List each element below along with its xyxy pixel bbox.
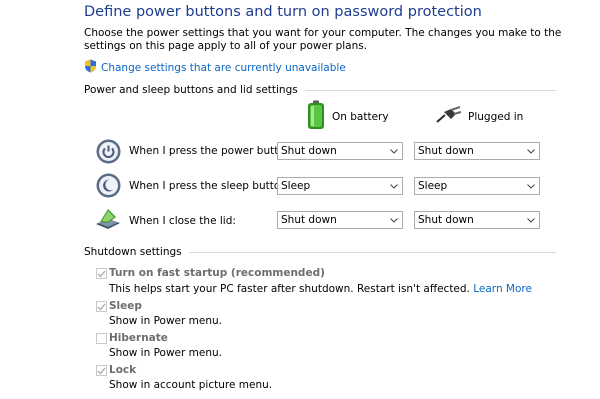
lock-option-description: Show in account picture menu. <box>109 379 273 391</box>
sleep-button-battery-select[interactable]: Sleep <box>277 177 403 195</box>
change-settings-link[interactable]: Change settings that are currently unava… <box>84 59 346 76</box>
page-title: Define power buttons and turn on passwor… <box>84 4 482 20</box>
battery-icon <box>306 100 326 133</box>
fast-startup-description: This helps start your PC faster after sh… <box>109 283 532 295</box>
power-button-icon <box>96 139 121 167</box>
power-section-header: Power and sleep buttons and lid settings <box>84 84 556 96</box>
select-value: Shut down <box>281 145 337 157</box>
shutdown-section-title: Shutdown settings <box>84 246 182 258</box>
select-value: Sleep <box>281 180 311 192</box>
select-value: Sleep <box>418 180 448 192</box>
lid-battery-select[interactable]: Shut down <box>277 211 403 229</box>
fast-startup-checkbox[interactable] <box>96 268 107 279</box>
lock-checkbox[interactable] <box>96 365 107 376</box>
lid-plugged-select[interactable]: Shut down <box>414 211 540 229</box>
lid-label: When I close the lid: <box>129 215 236 227</box>
laptop-lid-icon <box>94 207 122 234</box>
plugged-in-label: Plugged in <box>468 110 524 123</box>
plugged-in-column-header: Plugged in <box>436 106 523 127</box>
sleep-button-plugged-select[interactable]: Sleep <box>414 177 540 195</box>
chevron-down-icon <box>386 183 402 189</box>
hibernate-checkbox[interactable] <box>96 333 107 344</box>
power-button-battery-select[interactable]: Shut down <box>277 142 403 160</box>
select-value: Shut down <box>418 145 474 157</box>
chevron-down-icon <box>523 183 539 189</box>
chevron-down-icon <box>386 148 402 154</box>
on-battery-label: On battery <box>332 110 389 123</box>
chevron-down-icon <box>523 217 539 223</box>
shutdown-section-header: Shutdown settings <box>84 246 556 258</box>
section-divider <box>188 251 556 253</box>
plug-icon <box>436 106 462 127</box>
select-value: Shut down <box>418 214 474 226</box>
fast-startup-description-text: This helps start your PC faster after sh… <box>109 283 470 295</box>
hibernate-option-description: Show in Power menu. <box>109 347 222 359</box>
lock-option-label: Lock <box>109 364 137 376</box>
sleep-button-icon <box>96 173 121 201</box>
hibernate-option-label: Hibernate <box>109 332 168 344</box>
power-button-plugged-select[interactable]: Shut down <box>414 142 540 160</box>
power-button-label: When I press the power button: <box>129 145 295 157</box>
learn-more-link[interactable]: Learn More <box>473 283 532 295</box>
power-section-title: Power and sleep buttons and lid settings <box>84 84 298 96</box>
chevron-down-icon <box>523 148 539 154</box>
sleep-option-description: Show in Power menu. <box>109 315 222 327</box>
chevron-down-icon <box>386 217 402 223</box>
sleep-option-label: Sleep <box>109 300 142 312</box>
uac-shield-icon <box>84 59 97 76</box>
sleep-checkbox[interactable] <box>96 301 107 312</box>
fast-startup-label: Turn on fast startup (recommended) <box>109 267 325 279</box>
change-settings-label: Change settings that are currently unava… <box>101 61 346 74</box>
section-divider <box>304 89 556 91</box>
on-battery-column-header: On battery <box>306 100 389 133</box>
sleep-button-label: When I press the sleep button: <box>129 180 291 192</box>
page-description: Choose the power settings that you want … <box>84 27 562 52</box>
select-value: Shut down <box>281 214 337 226</box>
